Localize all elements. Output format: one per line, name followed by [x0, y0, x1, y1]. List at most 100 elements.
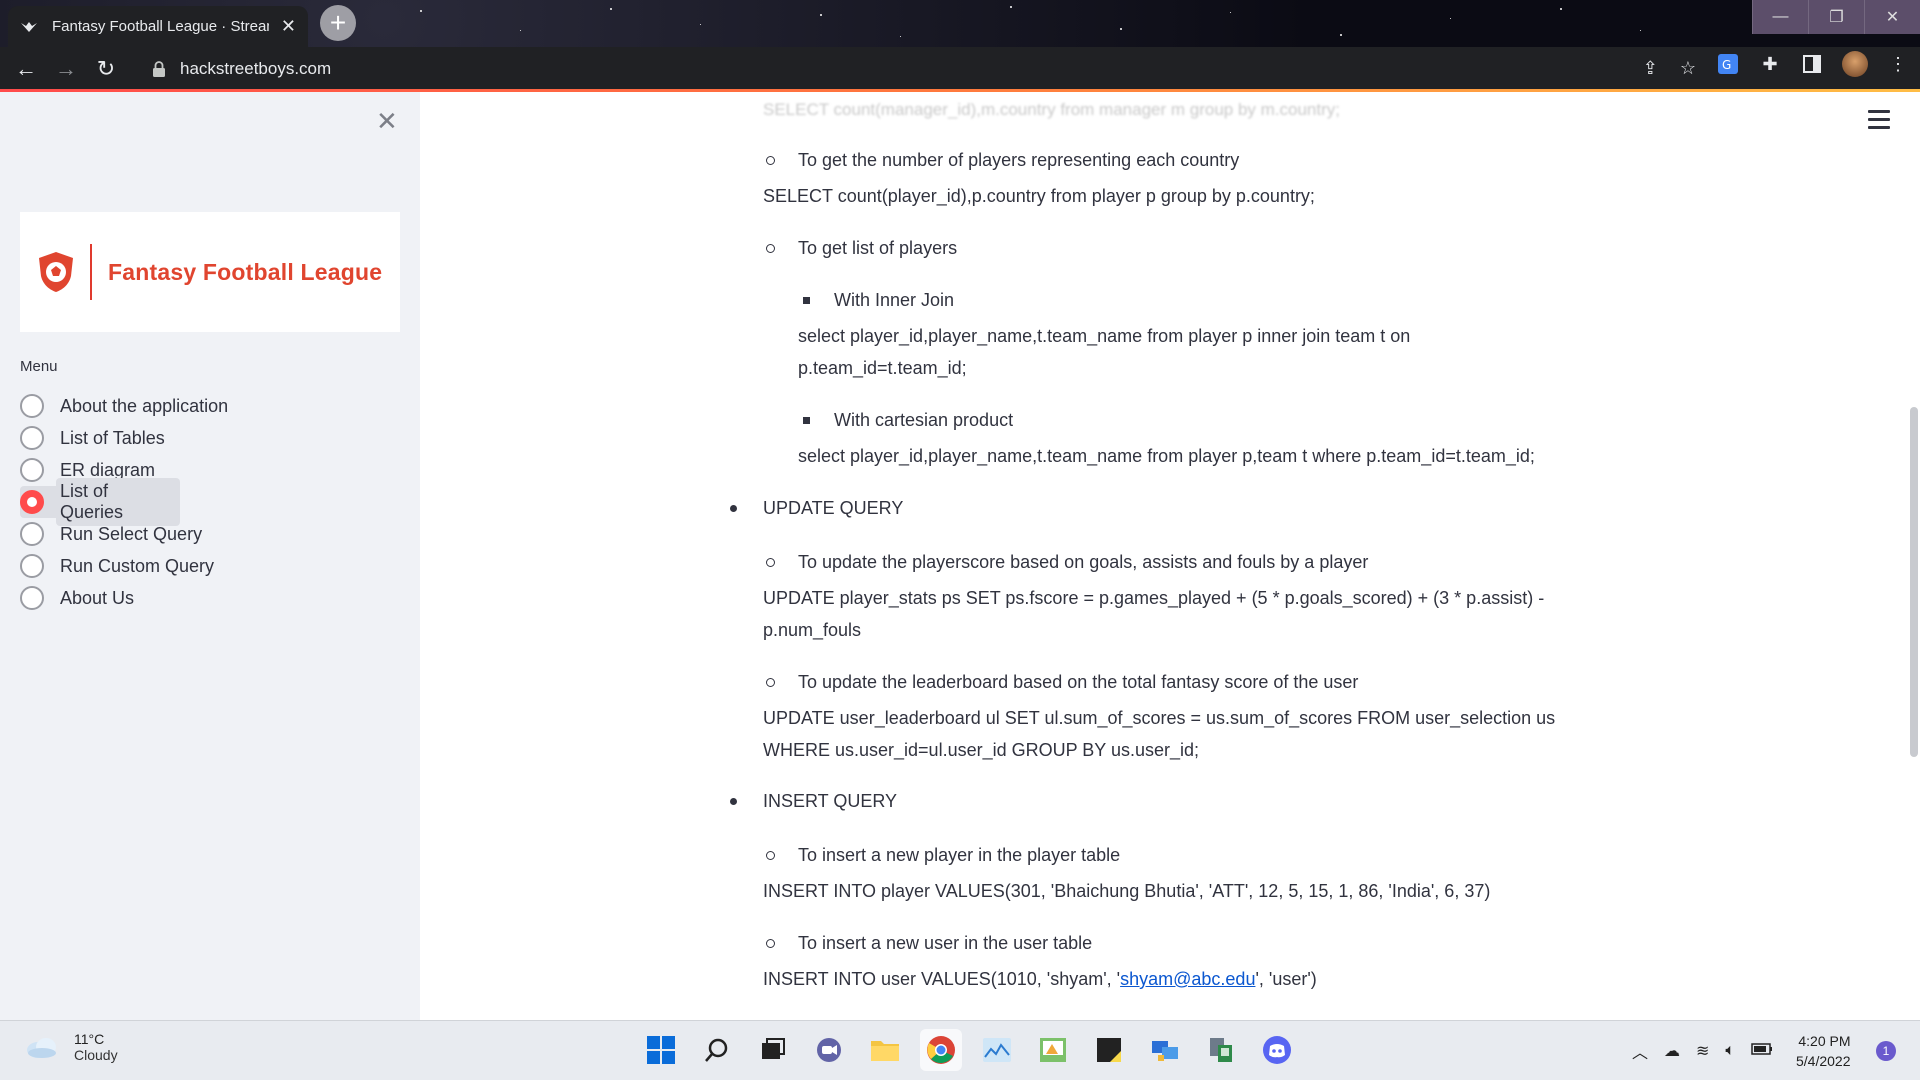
email-link[interactable]: shyam@abc.edu	[1120, 969, 1255, 989]
menu-item-about-application[interactable]: About the application	[20, 390, 232, 422]
extensions-puzzle-icon[interactable]: ✚	[1758, 52, 1782, 76]
menu-item-run-select-query[interactable]: Run Select Query	[20, 518, 232, 550]
close-window-button[interactable]: ✕	[1864, 0, 1920, 34]
sql-statement: UPDATE user_leaderboard ul SET ul.sum_of…	[763, 708, 1556, 728]
translate-extension-icon[interactable]: G	[1716, 52, 1740, 76]
query-description: To update the leaderboard based on the t…	[798, 672, 1359, 692]
browser-toolbar: ← → ↻ hackstreetboys.com ⇪ ☆ G ✚ ⋮	[0, 47, 1920, 90]
circle-bullet	[766, 244, 775, 253]
menu-item-label: Run Custom Query	[60, 555, 215, 576]
sql-statement: select player_id,player_name,t.team_name…	[798, 446, 1535, 466]
section-heading-insert: INSERT QUERY	[763, 791, 898, 811]
radio-button[interactable]	[20, 458, 44, 482]
sql-statement: p.team_id=t.team_id;	[798, 358, 967, 378]
file-explorer-icon[interactable]	[864, 1029, 906, 1071]
network-app-icon[interactable]	[1200, 1029, 1242, 1071]
circle-bullet	[766, 678, 775, 687]
system-clock[interactable]: 4:20 PM 5/4/2022	[1796, 1031, 1851, 1071]
sql-statement: SELECT count(player_id),p.country from p…	[763, 186, 1315, 206]
query-description: With Inner Join	[834, 290, 955, 310]
notification-badge[interactable]: 1	[1876, 1041, 1896, 1061]
menu-item-list-of-queries[interactable]: List of Queries	[20, 478, 180, 526]
shield-ball-icon	[39, 252, 73, 292]
sql-statement: UPDATE player_stats ps SET ps.fscore = p…	[763, 588, 1545, 608]
menu-item-label: List of Tables	[60, 427, 165, 448]
radio-button[interactable]	[20, 522, 44, 546]
url-text: hackstreetboys.com	[180, 58, 332, 78]
chrome-icon[interactable]	[920, 1029, 962, 1071]
menu-radio-group: About the application List of Tables ER …	[20, 390, 232, 614]
photos-app-icon[interactable]	[976, 1029, 1018, 1071]
scrollbar-thumb[interactable]	[1910, 407, 1918, 757]
browser-tab-active[interactable]: Fantasy Football League · Stream ✕	[8, 6, 308, 47]
volume-icon[interactable]: 🔈︎	[1725, 1042, 1735, 1060]
hamburger-menu-icon[interactable]	[1868, 110, 1890, 134]
sql-text: ', 'user')	[1255, 969, 1317, 989]
weather-widget[interactable]: 11°C Cloudy	[24, 1031, 118, 1063]
main-content: SELECT count(manager_id),m.country from …	[420, 92, 1920, 1020]
sql-statement: p.num_fouls	[763, 620, 862, 640]
radio-button[interactable]	[20, 426, 44, 450]
bookmark-star-icon[interactable]: ☆	[1680, 58, 1696, 79]
address-bar[interactable]: hackstreetboys.com ⇪ ☆	[138, 51, 1708, 86]
menu-item-label: List of Queries	[56, 478, 180, 526]
browser-tab-bar: Fantasy Football League · Stream ✕ + — ❐…	[0, 0, 1920, 47]
circle-bullet	[766, 939, 775, 948]
radio-button[interactable]	[20, 394, 44, 418]
search-icon[interactable]	[696, 1029, 738, 1071]
taskbar-apps	[640, 1029, 1298, 1071]
svg-text:G: G	[1722, 58, 1731, 72]
menu-item-run-custom-query[interactable]: Run Custom Query	[20, 550, 232, 582]
remote-desktop-icon[interactable]	[1144, 1029, 1186, 1071]
radio-button[interactable]	[20, 554, 44, 578]
back-arrow-icon[interactable]: ←	[6, 49, 46, 89]
teams-chat-icon[interactable]	[808, 1029, 850, 1071]
section-heading-update: UPDATE QUERY	[763, 498, 904, 518]
forward-arrow-icon[interactable]: →	[46, 49, 86, 89]
query-description: To get list of players	[798, 238, 958, 258]
lock-icon	[153, 60, 165, 77]
profile-avatar[interactable]	[1842, 51, 1868, 77]
tab-close-icon[interactable]: ✕	[281, 16, 296, 37]
radio-button-selected[interactable]	[20, 490, 44, 514]
query-description: To get the number of players representin…	[798, 150, 1240, 170]
menu-item-label: About the application	[60, 395, 229, 416]
window-controls: — ❐ ✕	[1752, 0, 1920, 34]
onedrive-cloud-icon[interactable]: ☁	[1664, 1041, 1680, 1061]
square-bullet	[803, 297, 810, 304]
tab-title: Fantasy Football League · Stream	[52, 18, 269, 35]
browser-menu-icon[interactable]: ⋮	[1886, 52, 1910, 76]
side-panel-icon[interactable]	[1800, 52, 1824, 76]
circle-bullet	[766, 156, 775, 165]
windows-start-icon[interactable]	[640, 1029, 682, 1071]
query-description: To insert a new user in the user table	[798, 933, 1093, 953]
reload-icon[interactable]: ↻	[86, 49, 126, 89]
circle-bullet	[766, 851, 775, 860]
disc-bullet	[730, 505, 737, 512]
minimize-button[interactable]: —	[1752, 0, 1808, 34]
sidebar-close-icon[interactable]: ✕	[376, 106, 398, 137]
sticky-notes-icon[interactable]	[1088, 1029, 1130, 1071]
sql-statement: INSERT INTO player VALUES(301, 'Bhaichun…	[763, 881, 1491, 901]
battery-icon[interactable]	[1751, 1042, 1773, 1060]
paint-app-icon[interactable]	[1032, 1029, 1074, 1071]
sql-statement: select player_id,player_name,t.team_name…	[798, 326, 1411, 346]
menu-item-about-us[interactable]: About Us	[20, 582, 232, 614]
query-description: With cartesian product	[834, 410, 1014, 430]
radio-button[interactable]	[20, 586, 44, 610]
wifi-icon[interactable]: ≋	[1696, 1041, 1709, 1061]
clock-time: 4:20 PM	[1798, 1033, 1851, 1049]
menu-item-list-of-tables[interactable]: List of Tables	[20, 422, 232, 454]
share-icon[interactable]: ⇪	[1643, 58, 1658, 79]
query-description: To update the playerscore based on goals…	[798, 552, 1369, 572]
menu-item-label: Run Select Query	[60, 523, 203, 544]
logo-divider	[90, 244, 92, 300]
query-description: To insert a new player in the player tab…	[798, 845, 1121, 865]
windows-taskbar: 11°C Cloudy ︿ ☁ ≋ 🔈︎ 4:20 PM 5/4/2022 1	[0, 1020, 1920, 1080]
discord-icon[interactable]	[1256, 1029, 1298, 1071]
restore-button[interactable]: ❐	[1808, 0, 1864, 34]
chevron-up-icon[interactable]: ︿	[1632, 1039, 1648, 1063]
weather-description: Cloudy	[74, 1047, 118, 1063]
task-view-icon[interactable]	[752, 1029, 794, 1071]
new-tab-button[interactable]: +	[320, 5, 356, 41]
